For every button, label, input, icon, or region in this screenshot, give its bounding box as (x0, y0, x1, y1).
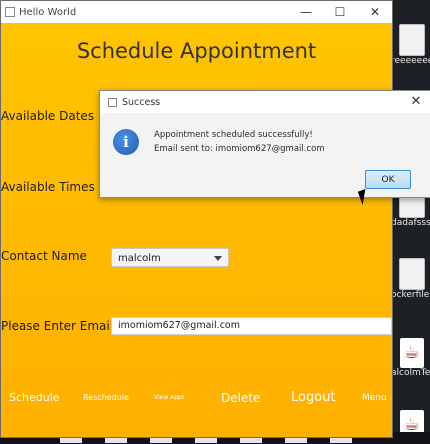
contact-name-label: Contact Name (1, 249, 87, 263)
available-dates-label: Available Dates (1, 109, 95, 123)
email-label: Please Enter Email (1, 319, 114, 333)
email-field[interactable]: imomiom627@gmail.com (111, 317, 392, 335)
dialog-body: i Appointment scheduled successfully! Em… (100, 113, 430, 197)
delete-button[interactable]: Delete (221, 391, 260, 405)
desktop-file-caption: alcolmTe (391, 368, 430, 378)
minimize-button[interactable]: — (289, 1, 323, 23)
close-button[interactable]: ✕ (358, 1, 392, 23)
desktop-file-caption: ockerfile (391, 290, 430, 300)
page-title: Schedule Appointment (76, 39, 317, 63)
desktop-file-caption: reeeeeeee (391, 56, 430, 66)
desktop-java-icon-1[interactable]: ☕ alcolmTe (391, 338, 430, 378)
file-icon (399, 24, 425, 56)
desktop-file-icon-3[interactable]: ockerfile (391, 258, 429, 300)
chevron-down-icon (214, 256, 222, 261)
dialog-close-button[interactable]: ✕ (406, 91, 426, 113)
available-times-label: Available Times (1, 180, 95, 194)
contact-name-select[interactable]: malcolm (111, 248, 229, 267)
ok-button[interactable]: OK (365, 170, 411, 189)
app-window: Hello World — ☐ ✕ Schedule Appointment A… (0, 0, 393, 438)
java-icon: ☕ (400, 338, 424, 368)
schedule-form: Schedule Appointment Available Dates Ava… (1, 23, 392, 437)
schedule-button[interactable]: Schedule (9, 391, 60, 404)
logout-button[interactable]: Logout (291, 390, 336, 405)
dialog-message-line-2: Email sent to: imomiom627@gmail.com (154, 144, 325, 154)
contact-name-value: malcolm (118, 253, 161, 264)
window-titlebar[interactable]: Hello World — ☐ ✕ (1, 1, 392, 23)
info-icon: i (113, 129, 139, 155)
window-title: Hello World (19, 6, 77, 18)
app-icon (108, 97, 117, 107)
desktop-file-caption: dadafsss. (391, 218, 430, 228)
dialog-title: Success (122, 96, 161, 108)
dialog-message-line-1: Appointment scheduled successfully! (154, 130, 313, 140)
reschedule-button[interactable]: Reschedule (83, 393, 129, 402)
file-icon (399, 258, 425, 290)
success-dialog: Success ✕ i Appointment scheduled succes… (99, 90, 430, 198)
desktop-file-icon-1[interactable]: reeeeeeee (391, 24, 430, 66)
app-icon (5, 7, 15, 17)
dialog-titlebar[interactable]: Success ✕ (100, 91, 430, 113)
view-appt-button[interactable]: View Appt (154, 394, 184, 401)
menu-button[interactable]: Menu (362, 393, 387, 403)
maximize-button[interactable]: ☐ (323, 1, 357, 23)
